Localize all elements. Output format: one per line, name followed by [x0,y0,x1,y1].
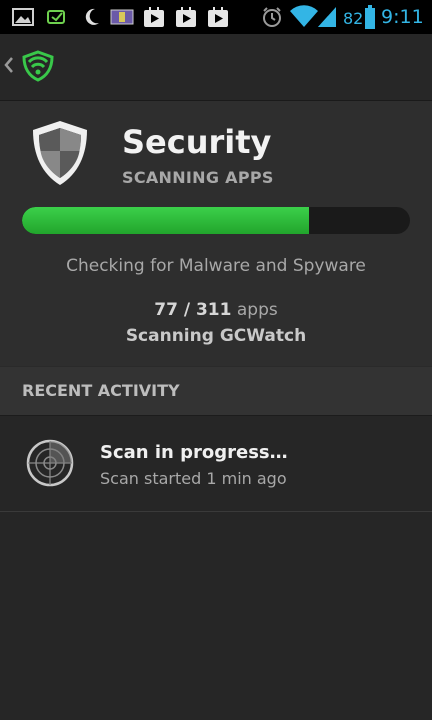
moon-icon [83,7,101,31]
activity-subtitle: Scan started 1 min ago [100,469,287,488]
scan-count-unit: apps [236,300,278,320]
activity-title: Scan in progress… [100,442,288,463]
alarm-icon [261,6,283,32]
page-subtitle: SCANNING APPS [122,168,274,187]
shield-icon [30,119,90,191]
recent-activity-header: RECENT ACTIVITY [0,367,432,416]
battery-icon [365,5,375,33]
list-item[interactable]: Scan in progress… Scan started 1 min ago [0,416,432,512]
scan-progress-fill [22,207,310,234]
wifi-icon [289,5,319,33]
action-bar [0,34,432,101]
play-store-icon [175,6,197,32]
page-title: Security [122,123,272,161]
empty-area [0,512,432,720]
app-logo-icon[interactable] [21,50,55,86]
back-chevron-icon[interactable] [4,56,14,79]
security-header: Security SCANNING APPS Checking for Malw… [0,101,432,366]
status-bar: 82 9:11 [0,0,432,34]
scan-progress-bar [22,207,410,234]
scanning-app-label: Scanning GCWatch [125,326,307,346]
signal-icon [316,5,338,33]
gallery-icon [12,8,34,30]
sync-icon [46,8,68,30]
scan-status-text: Checking for Malware and Spyware [66,256,366,276]
play-store-icon [143,6,165,32]
scan-count: 77 / 311 apps [0,300,432,320]
media-icon [110,9,134,29]
section-title: RECENT ACTIVITY [22,381,180,400]
scan-count-value: 77 / 311 [154,300,232,320]
radar-icon [25,438,75,492]
play-store-icon [207,6,229,32]
clock: 9:11 [381,6,424,28]
battery-percent: 82 [343,9,364,28]
